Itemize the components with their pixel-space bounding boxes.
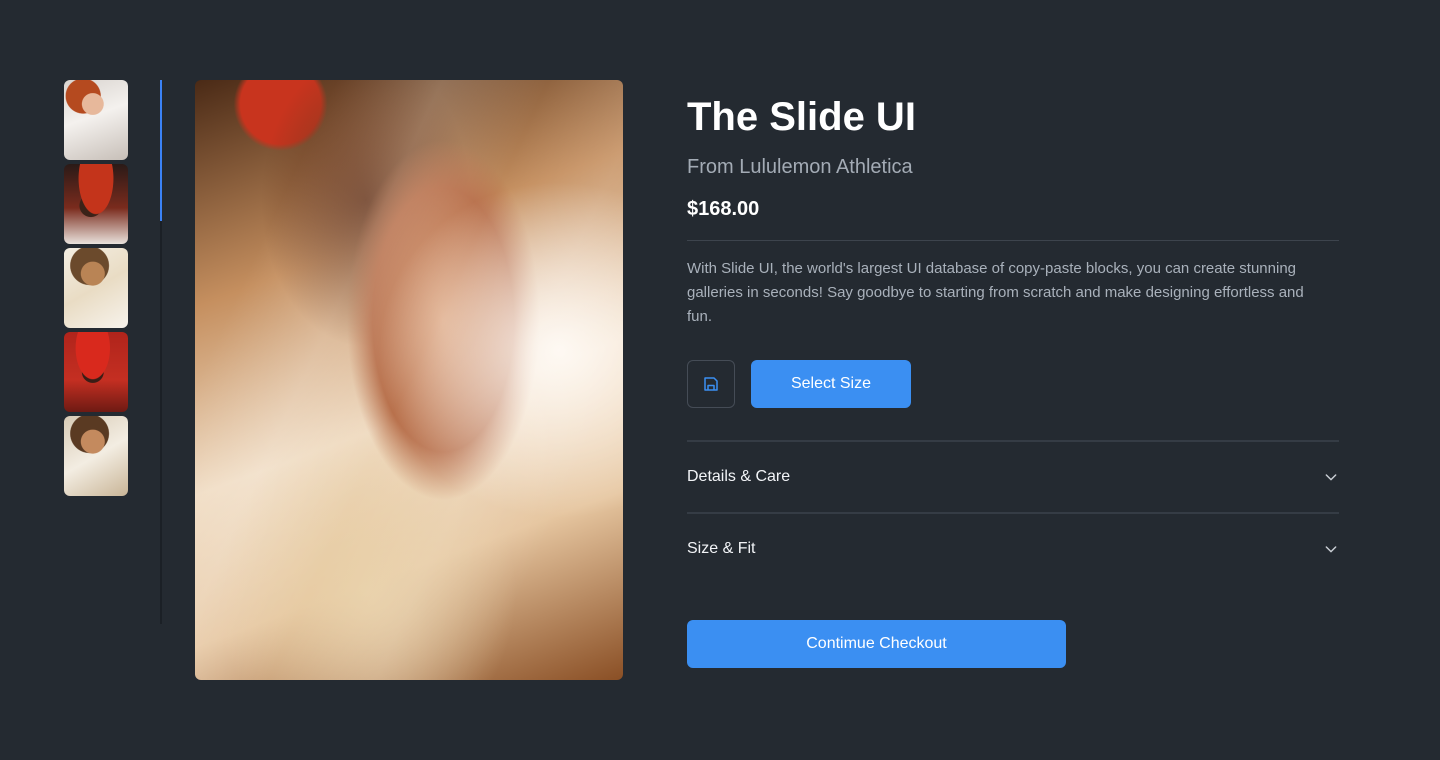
gallery-scrollbar[interactable] [160,80,162,624]
product-actions: Select Size [687,360,1339,408]
main-product-image [195,80,623,680]
product-price: $168.00 [687,198,760,220]
continue-checkout-button[interactable]: Contimue Checkout [687,620,1066,668]
product-info: The Slide UI From Lululemon Athletica $1… [687,90,1339,584]
accordion-label: Details & Care [687,468,791,485]
save-button[interactable] [687,360,735,408]
select-size-button[interactable]: Select Size [751,360,911,408]
divider [687,240,1339,241]
thumbnail-list [64,80,128,500]
accordion: Details & Care Size & Fit [687,440,1339,584]
accordion-details-care[interactable]: Details & Care [687,440,1339,512]
accordion-label: Size & Fit [687,540,756,557]
chevron-down-icon [1325,546,1337,553]
thumbnail-3[interactable] [64,248,128,328]
thumbnail-2[interactable] [64,164,128,244]
chevron-down-icon [1325,474,1337,481]
product-brand: From Lululemon Athletica [687,156,913,178]
product-description: With Slide UI, the world's largest UI da… [687,260,1304,325]
thumbnail-5[interactable] [64,416,128,496]
accordion-size-fit[interactable]: Size & Fit [687,512,1339,584]
gallery-scrollbar-thumb[interactable] [160,80,162,221]
thumbnail-1[interactable] [64,80,128,160]
image-veil-overlay [195,80,623,680]
thumbnail-4[interactable] [64,332,128,412]
product-title: The Slide UI [687,95,916,139]
floppy-disk-icon [704,377,718,391]
